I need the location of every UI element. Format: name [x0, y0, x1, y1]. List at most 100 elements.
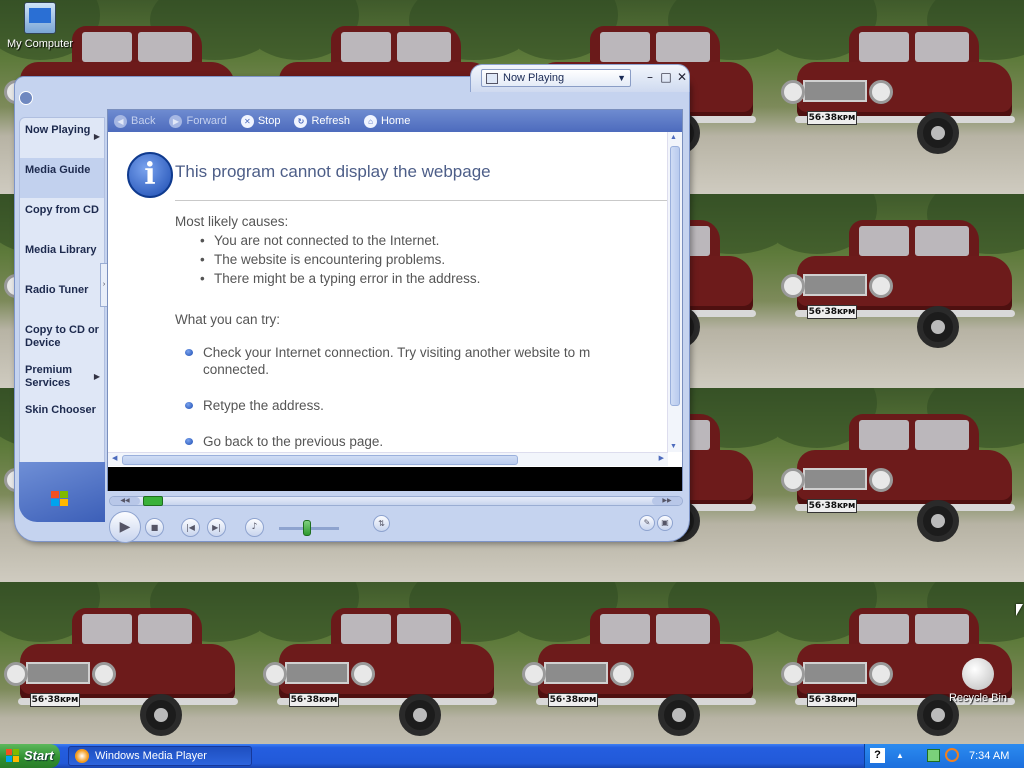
nav-media-guide[interactable]: Media Guide [20, 158, 104, 198]
list-item: Check your Internet connection. Try visi… [185, 344, 665, 378]
computer-icon [24, 2, 56, 34]
media-player-window: Now Playing ▶ Media Guide Copy from CD M… [14, 64, 690, 543]
taskbar: Start Windows Media Player ? ▲ 7:34 AM [0, 744, 1024, 768]
equalizer-button[interactable]: ✎ [639, 515, 655, 531]
stop-playback-button[interactable]: ■ [145, 518, 164, 537]
try-heading: What you can try: [175, 312, 281, 327]
home-button[interactable]: ⌂ Home [363, 114, 410, 128]
seek-bar[interactable]: ◀◀ ▶▶ [109, 496, 683, 506]
stop-button[interactable]: ✕ Stop [240, 114, 281, 128]
playlist-icon [486, 72, 498, 84]
media-guide-pane: ◀ Back ▶ Forward ✕ Stop ↻ Refresh ⌂ Home… [107, 109, 683, 491]
nav-skin-chooser[interactable]: Skin Chooser [20, 398, 104, 438]
scroll-up-icon[interactable]: ▲ [670, 134, 677, 141]
recycle-bin-label: Recycle Bin [948, 692, 1008, 704]
nav-label: Now Playing [25, 124, 91, 136]
system-menu-icon[interactable] [19, 91, 33, 105]
volume-slider[interactable] [303, 520, 311, 536]
status-bar [108, 467, 682, 491]
taskbar-item-media-player[interactable]: Windows Media Player [68, 746, 252, 766]
chevron-right-icon: ▶ [93, 132, 100, 141]
chevron-down-icon: ▼ [617, 73, 626, 83]
nav-label: Media Guide [25, 164, 91, 176]
nav-label: Media Library [25, 244, 97, 256]
fast-forward-icon[interactable]: ▶▶ [652, 497, 682, 505]
nav-copy-to-cd[interactable]: Copy to CD or Device [20, 318, 104, 358]
license-plate: 56·38ᴋᴘᴍ [807, 111, 857, 125]
horizontal-scrollbar[interactable]: ◀ ▶ [108, 452, 668, 466]
scroll-down-icon[interactable]: ▼ [670, 443, 677, 450]
stop-label: Stop [257, 115, 281, 127]
refresh-button[interactable]: ↻ Refresh [294, 114, 350, 128]
now-playing-dropdown[interactable]: Now Playing ▼ [481, 69, 631, 87]
network-icon[interactable] [927, 749, 940, 762]
nav-radio-tuner[interactable]: Radio Tuner [20, 278, 104, 318]
next-button[interactable]: ▶| [207, 518, 226, 537]
windows-logo-icon [51, 491, 69, 507]
list-item: You are not connected to the Internet. [200, 233, 480, 252]
scroll-left-icon[interactable]: ◀ [112, 454, 117, 462]
start-button[interactable]: Start [0, 744, 60, 768]
forward-arrow-icon: ▶ [169, 114, 183, 128]
wallpaper-tile: 56·38ᴋᴘᴍ [518, 582, 777, 744]
close-button[interactable]: ✕ [675, 71, 689, 85]
list-item: There might be a typing error in the add… [200, 271, 480, 290]
windows-logo-icon [6, 749, 20, 762]
nav-now-playing[interactable]: Now Playing ▶ [20, 118, 104, 158]
rewind-icon[interactable]: ◀◀ [110, 497, 140, 505]
wallpaper-tile: 56·38ᴋᴘᴍ [259, 582, 518, 744]
back-label: Back [131, 115, 156, 127]
help-icon[interactable]: ? [870, 748, 885, 763]
license-plate: 56·38ᴋᴘᴍ [30, 693, 80, 707]
show-hidden-icons-icon[interactable]: ▲ [893, 748, 907, 763]
title-area: Now Playing ▼ – □ ✕ [470, 64, 690, 92]
vertical-scrollbar[interactable]: ▲ ▼ [667, 132, 682, 452]
try-list: Check your Internet connection. Try visi… [185, 344, 665, 452]
shuffle-button[interactable]: ⇅ [373, 515, 390, 532]
wallpaper-tile: 56·38ᴋᴘᴍ [777, 388, 1024, 582]
scroll-thumb[interactable] [670, 146, 680, 406]
scroll-thumb[interactable] [122, 455, 518, 465]
divider [175, 200, 667, 201]
skin-mode-button[interactable]: ▣ [657, 515, 673, 531]
minimize-button[interactable]: – [643, 71, 657, 85]
info-icon: i [127, 152, 173, 198]
error-page: i This program cannot display the webpag… [108, 132, 668, 452]
scroll-right-icon[interactable]: ▶ [659, 454, 664, 462]
license-plate: 56·38ᴋᴘᴍ [807, 305, 857, 319]
back-arrow-icon: ◀ [114, 114, 127, 128]
nav-label: Premium Services [25, 364, 73, 389]
error-title: This program cannot display the webpage [175, 162, 491, 181]
nav-premium-services[interactable]: Premium Services ▶ [20, 358, 104, 398]
mute-button[interactable]: ♪ [245, 518, 264, 537]
nav-media-library[interactable]: Media Library [20, 238, 104, 278]
nav-label: Copy to CD or Device [25, 324, 99, 349]
transport-controls: ▶ ■ |◀ ▶| ♪ ⇅ ✎ ▣ [107, 509, 687, 549]
recycle-bin-icon[interactable]: Recycle Bin [940, 658, 1016, 704]
play-button[interactable]: ▶ [109, 511, 141, 543]
previous-button[interactable]: |◀ [181, 518, 200, 537]
search-icon[interactable] [945, 748, 959, 762]
nav-label: Skin Chooser [25, 404, 96, 416]
seek-knob[interactable] [143, 496, 163, 506]
list-item: The website is encountering problems. [200, 252, 480, 271]
home-icon: ⌂ [363, 114, 377, 128]
forward-button[interactable]: ▶ Forward [169, 114, 227, 128]
clock[interactable]: 7:34 AM [969, 744, 1009, 768]
player-frame: Now Playing ▶ Media Guide Copy from CD M… [14, 76, 690, 543]
nav-copy-from-cd[interactable]: Copy from CD [20, 198, 104, 238]
wallpaper-tile: 56·38ᴋᴘᴍ [777, 194, 1024, 388]
maximize-button[interactable]: □ [659, 71, 673, 85]
nav-label: Radio Tuner [25, 284, 89, 296]
list-item: Retype the address. [185, 397, 665, 414]
stop-x-icon: ✕ [240, 114, 254, 128]
feature-taskbar: Now Playing ▶ Media Guide Copy from CD M… [19, 117, 105, 509]
mouse-cursor-icon [1016, 604, 1023, 616]
task-label: Windows Media Player [95, 750, 207, 762]
system-tray: ? ▲ 7:34 AM [864, 744, 1024, 768]
nav-label: Copy from CD [25, 204, 99, 216]
license-plate: 56·38ᴋᴘᴍ [289, 693, 339, 707]
back-button[interactable]: ◀ Back [114, 114, 156, 128]
my-computer-icon[interactable]: My Computer [2, 2, 78, 50]
refresh-icon: ↻ [294, 114, 308, 128]
